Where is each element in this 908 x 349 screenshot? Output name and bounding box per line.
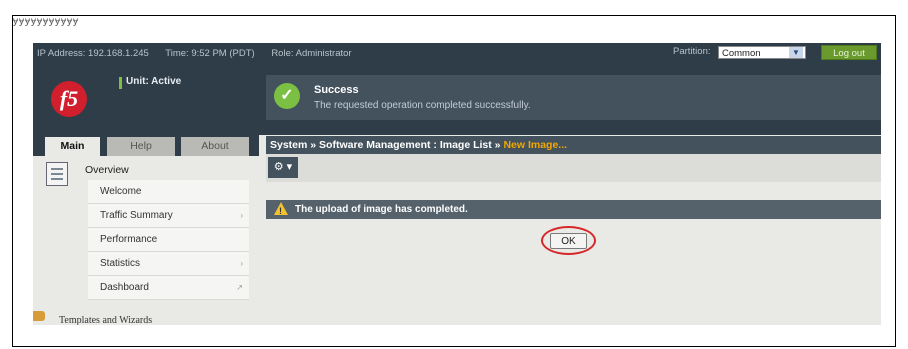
tab-help[interactable]: Help	[107, 137, 175, 156]
overview-section[interactable]: Overview	[85, 164, 129, 176]
notice-text: The upload of image has completed.	[295, 204, 468, 215]
ok-button[interactable]: OK	[550, 233, 587, 249]
ip-address: IP Address: 192.168.1.245	[37, 48, 149, 59]
header: f5 Unit: Active ✓ Success The requested …	[33, 63, 881, 135]
toolbar: ⚙ ▾	[266, 154, 881, 182]
breadcrumb: System » Software Management : Image Lis…	[266, 136, 881, 154]
f5-config-utility: IP Address: 192.168.1.245 Time: 9:52 PM …	[33, 43, 881, 325]
logout-button[interactable]: Log out	[821, 45, 877, 60]
time: Time: 9:52 PM (PDT)	[165, 48, 255, 59]
chevron-right-icon: ›	[240, 211, 243, 220]
clipped-top-text: ɏɏɏɏɏɏɏɏɏɏɏ	[13, 16, 79, 27]
f5-logo: f5	[51, 81, 87, 117]
sidebar: Overview Welcome Traffic Summary › Perfor…	[33, 156, 249, 325]
sidebar-item-templates-and-wizards[interactable]: Templates and Wizards	[59, 315, 152, 325]
sidebar-item-traffic-summary[interactable]: Traffic Summary ›	[88, 204, 249, 228]
tab-about[interactable]: About	[181, 137, 249, 156]
sidebar-item-performance[interactable]: Performance	[88, 228, 249, 252]
status-bar: IP Address: 192.168.1.245 Time: 9:52 PM …	[33, 43, 881, 63]
unit-status: Unit: Active	[126, 76, 182, 87]
crumb-new-image: New Image...	[503, 139, 568, 151]
crumb-image-list[interactable]: Software Management : Image List	[319, 139, 492, 151]
upload-complete-notice: ! The upload of image has completed.	[266, 200, 881, 219]
sidebar-item-dashboard[interactable]: Dashboard ↗	[88, 276, 249, 300]
sidebar-item-welcome[interactable]: Welcome	[88, 180, 249, 204]
unit-status-indicator	[119, 77, 122, 89]
templates-icon	[33, 311, 45, 321]
sidebar-item-statistics[interactable]: Statistics ›	[88, 252, 249, 276]
checkmark-icon: ✓	[274, 83, 300, 109]
overview-icon	[46, 162, 68, 186]
chevron-down-icon[interactable]: ▼	[789, 47, 803, 58]
crumb-system[interactable]: System	[270, 139, 307, 151]
chevron-right-icon: ›	[240, 259, 243, 268]
external-link-icon: ↗	[236, 283, 243, 292]
success-message: ✓ Success The requested operation comple…	[266, 75, 881, 120]
tab-main[interactable]: Main	[45, 137, 100, 156]
role: Role: Administrator	[271, 48, 352, 59]
success-text: The requested operation completed succes…	[314, 100, 531, 111]
gear-icon[interactable]: ⚙ ▾	[268, 157, 298, 178]
overview-list: Welcome Traffic Summary › Performance Sta…	[88, 180, 249, 300]
partition-label: Partition:	[673, 46, 711, 57]
success-title: Success	[314, 84, 359, 96]
